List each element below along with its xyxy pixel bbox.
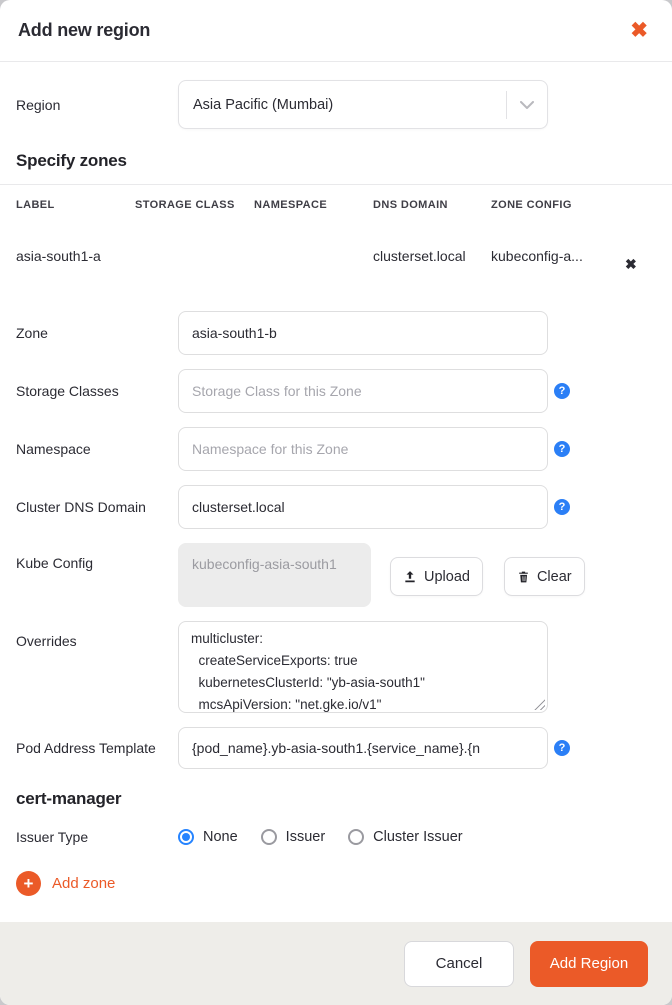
radio-icon-none[interactable] <box>178 829 194 845</box>
region-row: Region Asia Pacific (Mumbai) <box>16 80 656 129</box>
overrides-label: Overrides <box>16 633 77 649</box>
cell-dns-domain: clusterset.local <box>373 248 466 264</box>
modal-title: Add new region <box>18 20 151 40</box>
namespace-row: Namespace ? <box>16 427 656 471</box>
region-select-value: Asia Pacific (Mumbai) <box>193 96 334 113</box>
radio-label-issuer: Issuer <box>285 829 326 845</box>
issuer-type-row: Issuer Type None Issuer Cluster Issuer <box>16 827 656 847</box>
chevron-down-icon[interactable] <box>507 100 547 109</box>
upload-button[interactable]: Upload <box>390 557 483 596</box>
region-select[interactable]: Asia Pacific (Mumbai) <box>178 80 548 129</box>
modal-header: Add new region ✖ <box>0 0 672 62</box>
storage-classes-label: Storage Classes <box>16 383 119 399</box>
remove-zone-icon[interactable]: ✖ <box>625 257 637 271</box>
clear-button[interactable]: Clear <box>503 557 585 596</box>
storage-classes-input[interactable] <box>178 369 548 413</box>
region-label: Region <box>16 96 61 113</box>
namespace-input[interactable] <box>178 427 548 471</box>
storage-classes-help-icon[interactable]: ? <box>554 383 570 399</box>
kube-config-row: Kube Config kubeconfig-asia-south1 Uploa… <box>16 543 656 607</box>
radio-option-issuer[interactable]: Issuer <box>260 829 326 845</box>
zones-table: LABEL STORAGE CLASS NAMESPACE DNS DOMAIN… <box>0 184 672 287</box>
dns-domain-label: Cluster DNS Domain <box>16 499 146 515</box>
zone-label: Zone <box>16 325 48 341</box>
modal-footer: Cancel Add Region <box>0 922 672 1005</box>
radio-option-none[interactable]: None <box>178 829 238 845</box>
zone-row: Zone <box>16 311 656 355</box>
pod-address-template-row: Pod Address Template ? <box>16 727 656 769</box>
table-row: asia-south1-a clusterset.local kubeconfi… <box>0 225 672 287</box>
col-header-storage-class: STORAGE CLASS <box>135 199 235 211</box>
dns-domain-help-icon[interactable]: ? <box>554 499 570 515</box>
namespace-help-icon[interactable]: ? <box>554 441 570 457</box>
namespace-label: Namespace <box>16 441 91 457</box>
add-zone-label: Add zone <box>52 875 116 892</box>
col-header-dns-domain: DNS DOMAIN <box>373 199 448 211</box>
cancel-button[interactable]: Cancel <box>404 940 514 987</box>
cell-zone-label: asia-south1-a <box>16 248 101 264</box>
storage-classes-row: Storage Classes ? <box>16 369 656 413</box>
add-region-button[interactable]: Add Region <box>530 940 648 987</box>
trash-icon <box>517 570 530 584</box>
add-zone-button[interactable]: + Add zone <box>16 871 656 896</box>
col-header-zone-config: ZONE CONFIG <box>491 199 572 211</box>
issuer-type-label: Issuer Type <box>16 829 89 845</box>
kube-config-label: Kube Config <box>16 555 94 571</box>
radio-label-cluster-issuer: Cluster Issuer <box>373 829 463 845</box>
plus-circle-icon: + <box>16 871 41 896</box>
close-icon[interactable]: ✖ <box>630 20 648 41</box>
radio-icon-cluster-issuer[interactable] <box>348 829 365 845</box>
upload-button-label: Upload <box>424 568 470 585</box>
radio-icon-issuer[interactable] <box>260 829 277 845</box>
zones-table-header: LABEL STORAGE CLASS NAMESPACE DNS DOMAIN… <box>0 185 672 225</box>
overrides-textarea[interactable]: multicluster: createServiceExports: true… <box>178 621 548 713</box>
add-region-modal: Add new region ✖ Region Asia Pacific (Mu… <box>0 0 672 1005</box>
upload-icon <box>403 570 417 584</box>
dns-domain-row: Cluster DNS Domain ? <box>16 485 656 529</box>
dns-domain-input[interactable] <box>178 485 548 529</box>
specify-zones-heading: Specify zones <box>16 151 127 170</box>
kube-config-filename: kubeconfig-asia-south1 <box>178 543 371 607</box>
cell-zone-config: kubeconfig-a... <box>491 248 583 264</box>
cert-manager-heading: cert-manager <box>16 789 122 808</box>
radio-label-none: None <box>203 829 238 845</box>
col-header-label: LABEL <box>16 199 55 211</box>
modal-body: Region Asia Pacific (Mumbai) Specify zon… <box>0 62 672 922</box>
col-header-namespace: NAMESPACE <box>254 199 328 211</box>
pod-address-template-label: Pod Address Template <box>16 740 156 756</box>
zone-input[interactable] <box>178 311 548 355</box>
clear-button-label: Clear <box>536 568 572 585</box>
pod-address-template-help-icon[interactable]: ? <box>554 740 570 756</box>
issuer-type-radio-group: None Issuer Cluster Issuer <box>178 829 463 845</box>
radio-option-cluster-issuer[interactable]: Cluster Issuer <box>348 829 463 845</box>
pod-address-template-input[interactable] <box>178 727 548 769</box>
overrides-row: Overrides multicluster: createServiceExp… <box>16 621 656 713</box>
